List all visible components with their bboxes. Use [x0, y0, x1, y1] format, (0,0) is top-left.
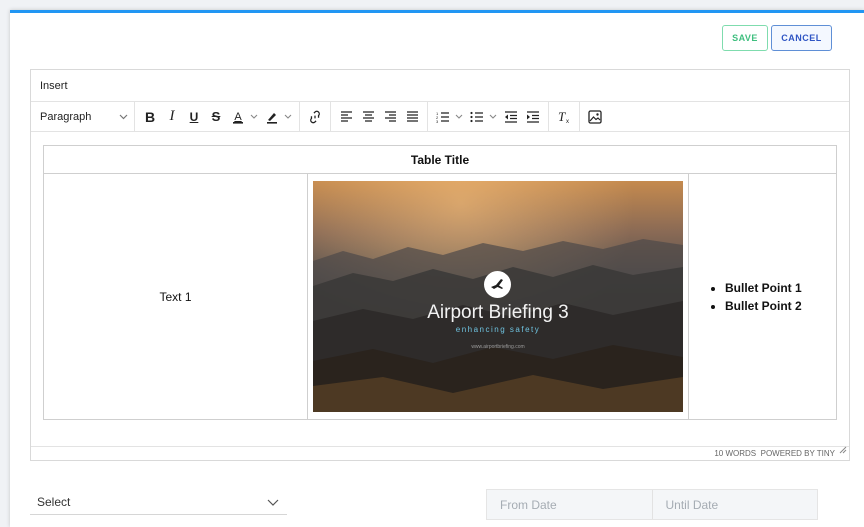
select-value: Select [37, 494, 71, 509]
outdent-icon[interactable] [500, 106, 522, 128]
strikethrough-icon[interactable]: S [205, 106, 227, 128]
table-cell-image: Airport Briefing 3 enhancing safety www.… [307, 173, 689, 420]
chevron-down-icon[interactable] [489, 114, 497, 119]
banner-site: www.airportbriefing.com [471, 344, 525, 350]
until-date-input[interactable] [652, 490, 817, 519]
chevron-down-icon[interactable] [455, 114, 463, 119]
chevron-down-icon[interactable] [284, 114, 292, 119]
list-group: 123 [428, 102, 549, 131]
save-button[interactable]: SAVE [722, 25, 768, 51]
bullet-list-icon[interactable] [466, 106, 488, 128]
word-count[interactable]: 10 WORDS [714, 449, 756, 458]
numbered-list-icon[interactable]: 123 [432, 106, 454, 128]
date-range [486, 489, 818, 520]
text-color-icon[interactable]: A [227, 106, 249, 128]
resize-handle-icon[interactable] [839, 445, 847, 458]
svg-text:3: 3 [436, 119, 439, 123]
form-panel: SAVE CANCEL Insert Paragraph B I U S A 1… [10, 10, 864, 527]
editor-toolbar: Paragraph B I U S A 1 2 3 T x [31, 102, 849, 132]
chevron-down-icon [267, 495, 279, 509]
link-group [300, 102, 331, 131]
svg-text:A: A [234, 111, 242, 123]
editor-menubar: Insert [31, 70, 849, 102]
bullet-item: Bullet Point 2 [725, 297, 836, 315]
clear-group: Tx [549, 102, 580, 131]
link-icon[interactable] [304, 106, 326, 128]
editor-statusbar: 10 WORDS POWERED BY TINY [31, 446, 849, 460]
italic-icon[interactable]: I [161, 106, 183, 128]
highlight-icon[interactable] [261, 106, 283, 128]
underline-icon[interactable]: U [183, 106, 205, 128]
align-center-icon[interactable] [357, 106, 379, 128]
content-table: Table Title Text 1 Airport Briefing 3 en… [43, 145, 837, 420]
align-right-icon[interactable] [379, 106, 401, 128]
block-format-label: Paragraph [40, 110, 92, 123]
table-title: Table Title [43, 145, 837, 174]
rich-text-editor: Insert Paragraph B I U S A 1 2 3 T x Tab… [30, 69, 850, 461]
menu-insert[interactable]: Insert [40, 80, 68, 92]
airplane-logo-icon [484, 271, 511, 298]
insert-image-icon[interactable] [584, 106, 606, 128]
image-group [580, 102, 610, 131]
svg-text:T: T [558, 110, 566, 124]
bullet-item: Bullet Point 1 [725, 279, 836, 297]
block-format-select[interactable]: Paragraph [31, 102, 135, 131]
align-left-icon[interactable] [335, 106, 357, 128]
justify-icon[interactable] [401, 106, 423, 128]
cancel-button[interactable]: CANCEL [771, 25, 832, 51]
from-date-input[interactable] [487, 490, 652, 519]
powered-by[interactable]: POWERED BY TINY [761, 449, 835, 458]
bold-icon[interactable]: B [139, 106, 161, 128]
indent-icon[interactable] [522, 106, 544, 128]
align-group [331, 102, 428, 131]
table-cell-bullets: Bullet Point 1 Bullet Point 2 [688, 173, 837, 420]
banner-brand: Airport Briefing 3 [427, 302, 569, 323]
table-cell-text: Text 1 [43, 173, 308, 420]
clear-formatting-icon[interactable]: Tx [553, 106, 575, 128]
chevron-down-icon[interactable] [250, 114, 258, 119]
banner-tagline: enhancing safety [455, 325, 541, 334]
chevron-down-icon [119, 111, 128, 123]
editor-content[interactable]: Table Title Text 1 Airport Briefing 3 en… [31, 132, 849, 446]
airport-briefing-banner[interactable]: Airport Briefing 3 enhancing safety www.… [313, 181, 683, 412]
filter-select[interactable]: Select [30, 489, 287, 515]
format-group: B I U S A [135, 102, 300, 131]
svg-text:x: x [566, 119, 569, 124]
